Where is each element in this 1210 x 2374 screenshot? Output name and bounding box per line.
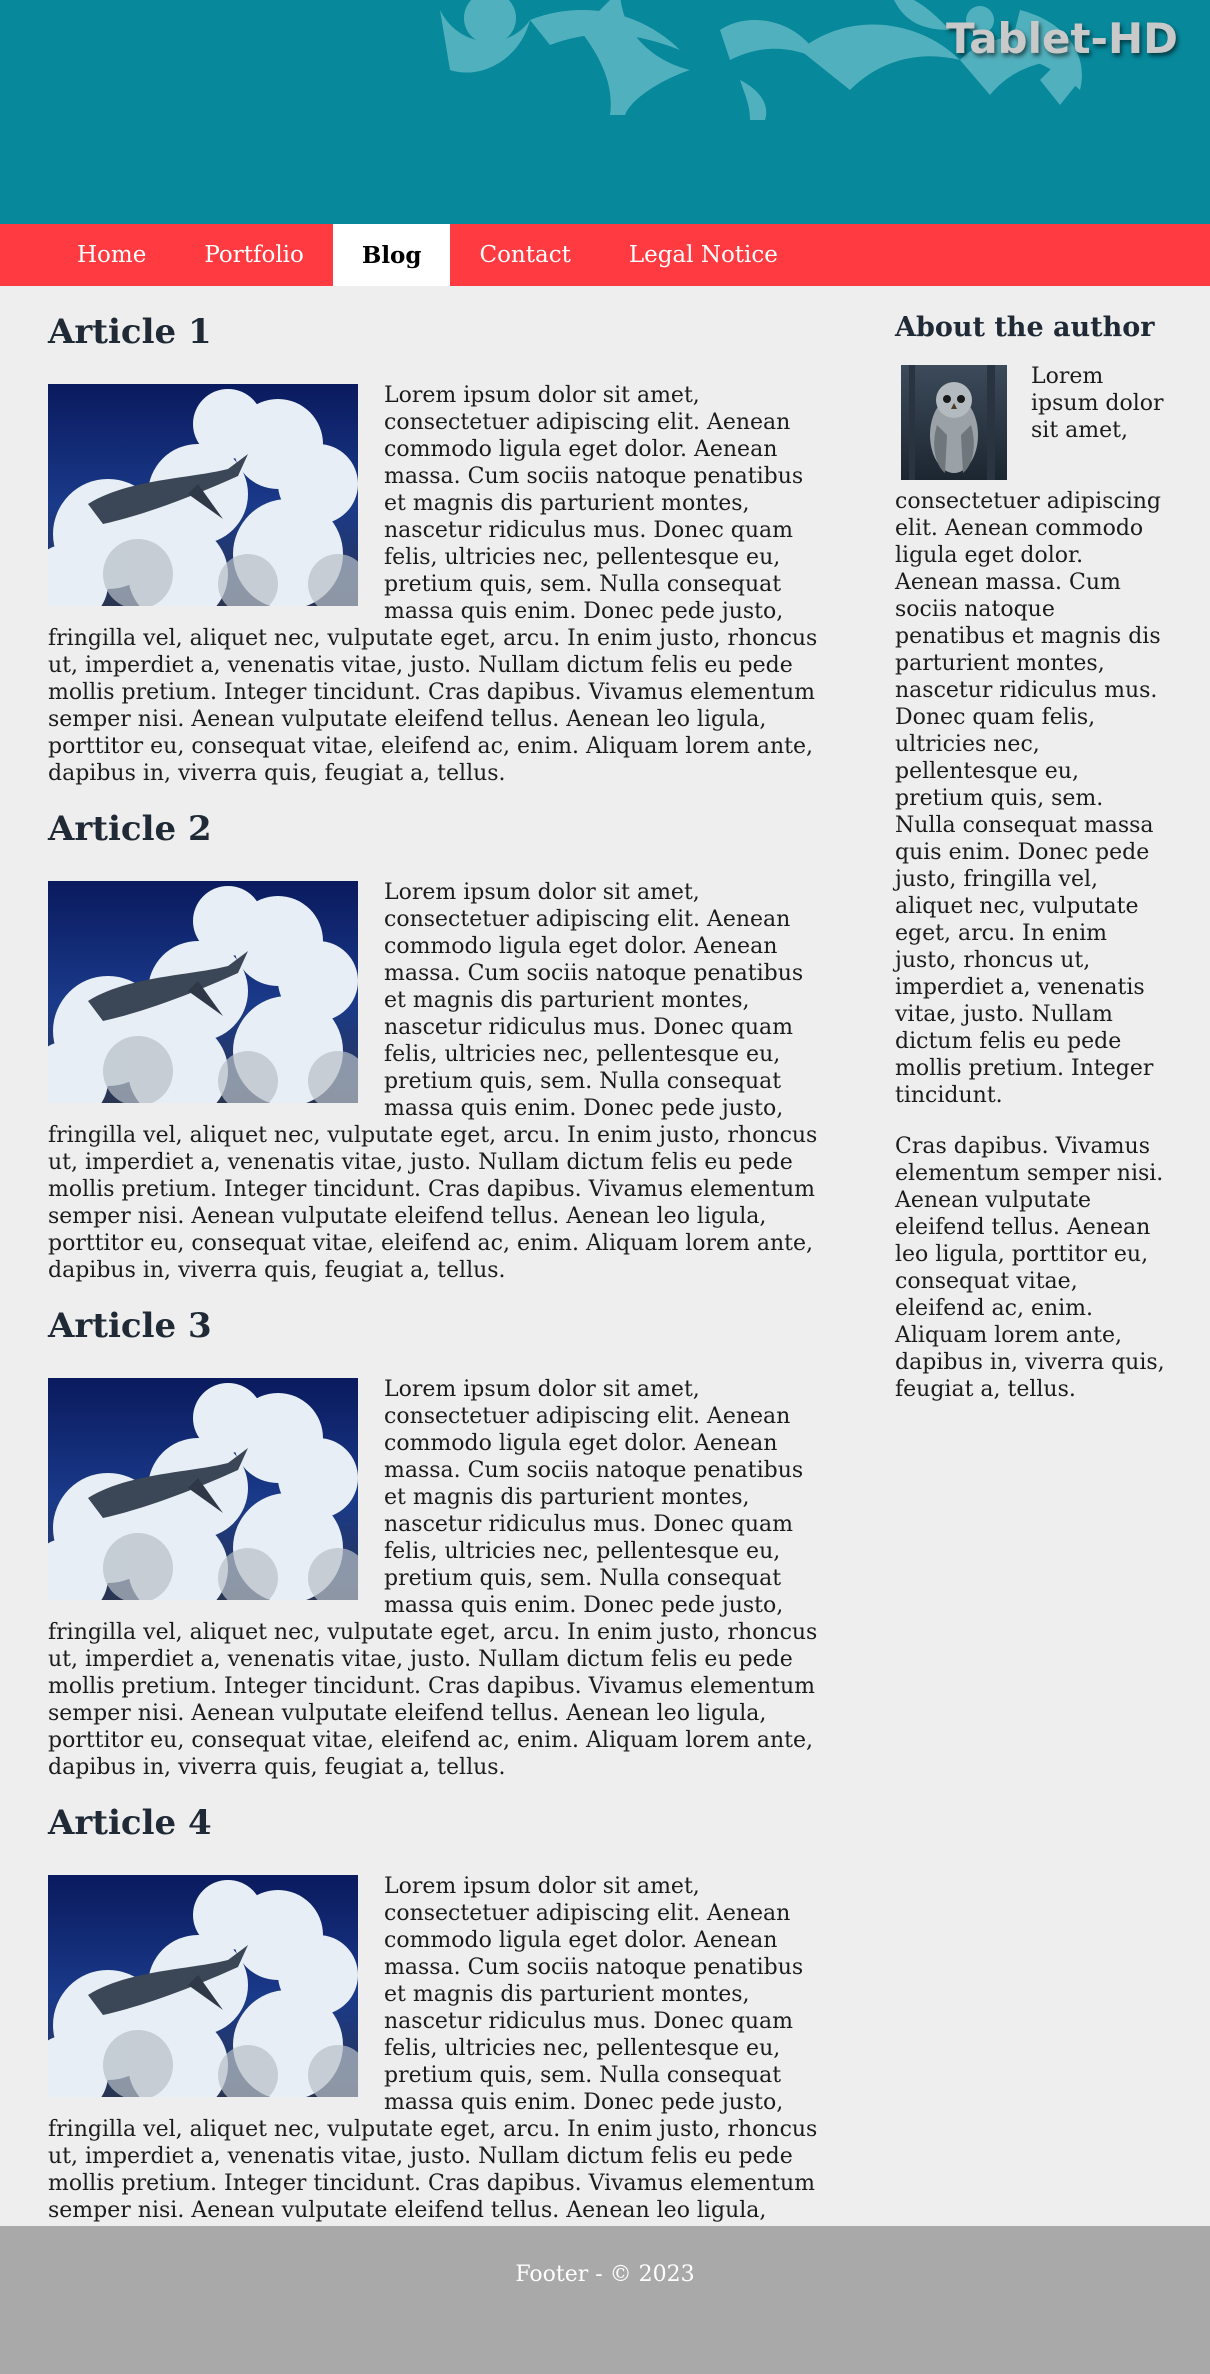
- flying-whale-clouds-image: [48, 881, 358, 1103]
- article-3: Article 3 Lorem ipsum dolor sit amet, co…: [48, 1306, 828, 1781]
- nav-item-home[interactable]: Home: [48, 224, 175, 286]
- article-4: Article 4 Lorem ipsum dolor sit amet, co…: [48, 1803, 828, 2278]
- flying-whale-clouds-image: [48, 384, 358, 606]
- nav-item-legal-notice[interactable]: Legal Notice: [600, 224, 807, 286]
- sidebar-paragraph-2: Cras dapibus. Vivamus elementum semper n…: [895, 1134, 1165, 1402]
- nav-item-contact[interactable]: Contact: [450, 224, 599, 286]
- article-title: Article 2: [48, 809, 212, 849]
- sidebar-about-author: About the author Lorem ipsum dolor sit a…: [895, 286, 1165, 1427]
- article-title: Article 3: [48, 1306, 212, 1346]
- footer-text: Footer - © 2023: [515, 2262, 695, 2287]
- site-footer: Footer - © 2023: [0, 2226, 1210, 2374]
- sidebar-title: About the author: [895, 312, 1155, 343]
- nav-list: Home Portfolio Blog Contact Legal Notice: [0, 224, 1210, 286]
- owl-portrait-image: [901, 365, 1007, 480]
- article-1: Article 1 Lorem ipsum dolor sit amet, co…: [48, 312, 828, 787]
- nav-item-portfolio[interactable]: Portfolio: [175, 224, 333, 286]
- main-nav: Home Portfolio Blog Contact Legal Notice: [0, 224, 1210, 286]
- main-content: Article 1 Lorem ipsum dolor sit amet, co…: [48, 286, 828, 2278]
- flying-whale-clouds-image: [48, 1875, 358, 2097]
- article-2: Article 2 Lorem ipsum dolor sit amet, co…: [48, 809, 828, 1284]
- article-title: Article 1: [48, 312, 212, 352]
- nav-item-blog[interactable]: Blog: [332, 224, 451, 286]
- site-header: Tablet-HD: [0, 0, 1210, 224]
- flying-whale-clouds-image: [48, 1378, 358, 1600]
- article-title: Article 4: [48, 1803, 212, 1843]
- brand-logo[interactable]: Tablet-HD: [946, 14, 1178, 63]
